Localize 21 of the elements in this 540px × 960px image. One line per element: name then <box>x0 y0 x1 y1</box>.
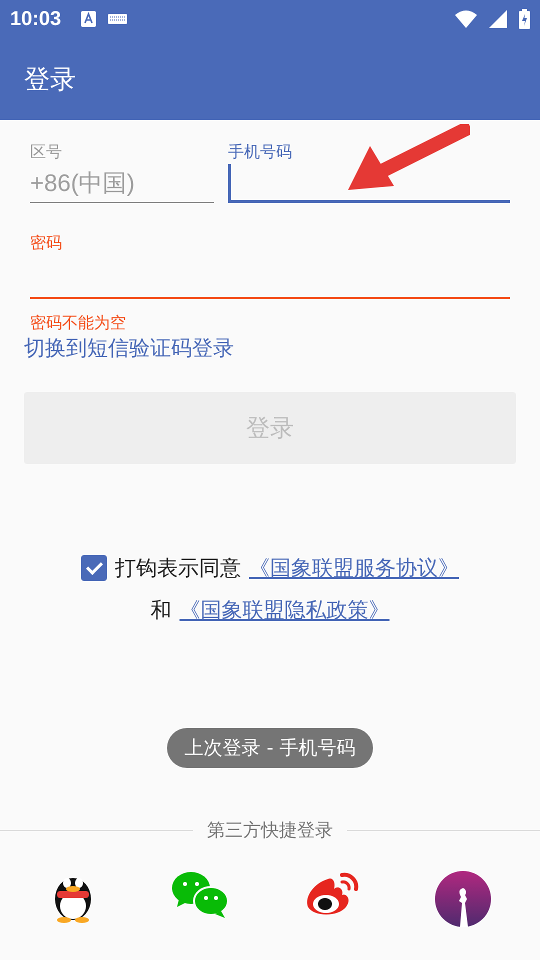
agreement-text: 和 <box>150 597 172 624</box>
switch-login-link[interactable]: 切换到短信验证码登录 <box>24 334 510 362</box>
last-login-badge: 上次登录 - 手机号码 <box>166 728 374 768</box>
privacy-link[interactable]: 《国象联盟隐私政策》 <box>180 596 390 624</box>
chess-piece-icon[interactable] <box>434 871 490 927</box>
wifi-icon <box>455 10 477 28</box>
page-title: 登录 <box>24 64 76 96</box>
text-input-icon <box>81 11 96 27</box>
battery-charging-icon <box>519 9 530 29</box>
area-code-field[interactable]: +86(中国) <box>30 164 214 203</box>
signal-icon <box>489 10 507 28</box>
agreement-text: 打钩表示同意 <box>115 555 241 582</box>
terms-link[interactable]: 《国象联盟服务协议》 <box>249 554 459 582</box>
keyboard-icon <box>108 14 128 24</box>
status-time: 10:03 <box>10 8 62 30</box>
agreement-checkbox[interactable] <box>81 555 107 581</box>
field-label: 手机号码 <box>228 142 293 163</box>
field-label: 区号 <box>30 142 63 163</box>
section-title: 第三方快捷登录 <box>207 819 333 842</box>
field-label: 密码 <box>30 233 63 254</box>
error-message: 密码不能为空 <box>30 313 127 334</box>
